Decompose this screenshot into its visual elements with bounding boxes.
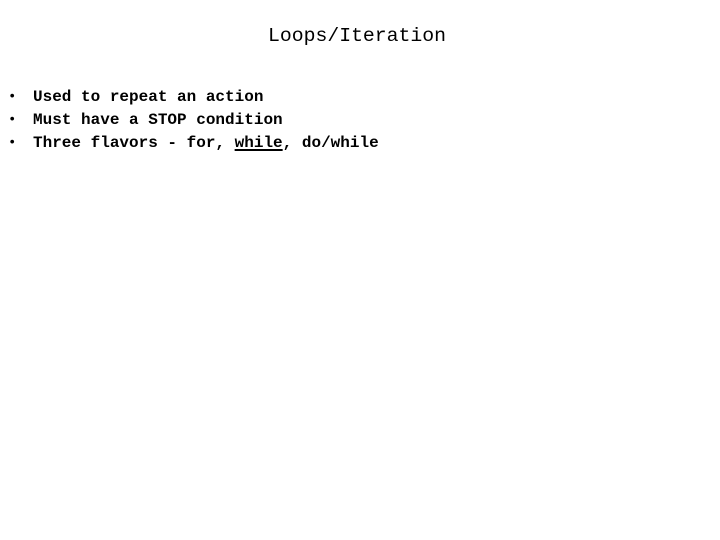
bullet-item: • Must have a STOP condition xyxy=(8,109,379,132)
bullet-text: Three flavors - for, xyxy=(33,134,235,152)
bullet-text: Used to repeat an action xyxy=(33,88,264,106)
bullet-item: • Three flavors - for, while, do/while xyxy=(8,132,379,155)
underlined-keyword: while xyxy=(234,134,283,152)
bullet-text-end: , do/while xyxy=(282,134,379,152)
bullet-icon: • xyxy=(8,89,17,105)
slide-title: Loops/Iteration xyxy=(267,25,447,47)
bullet-text: Must have a STOP condition xyxy=(33,111,283,129)
bullet-icon: • xyxy=(8,112,17,128)
bullet-list: • Used to repeat an action • Must have a S… xyxy=(8,86,379,155)
bullet-icon: • xyxy=(8,135,17,151)
bullet-item: • Used to repeat an action xyxy=(8,86,379,109)
